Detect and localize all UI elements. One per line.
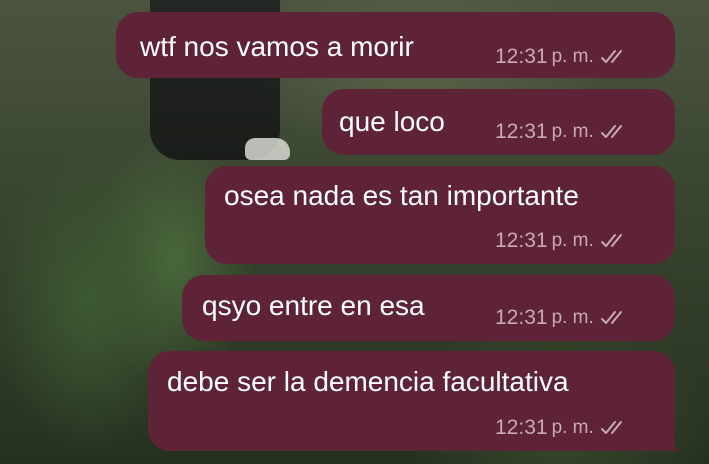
message-meta: 12:31 p. m. — [495, 46, 628, 68]
message-bubble[interactable]: debe ser la demencia facultativa 12:31 p… — [148, 351, 683, 451]
double-check-icon — [600, 311, 622, 324]
message-bubble[interactable]: que loco 12:31 p. m. — [322, 89, 675, 155]
double-check-icon — [600, 234, 622, 247]
message-time: 12:31 — [495, 306, 548, 329]
message-meta: 12:31 p. m. — [495, 307, 628, 329]
message-meta: 12:31 p. m. — [495, 121, 628, 143]
double-check-icon — [600, 50, 622, 63]
message-text: debe ser la demencia facultativa — [167, 366, 569, 397]
bubble-tail-icon — [661, 427, 683, 451]
message-meta: 12:31 p. m. — [495, 417, 628, 439]
double-check-icon — [600, 421, 622, 434]
message-time: 12:31 — [495, 120, 548, 143]
message-ampm: p. m. — [551, 46, 594, 67]
double-check-icon — [600, 125, 622, 138]
message-time: 12:31 — [495, 416, 548, 439]
message-time: 12:31 — [495, 45, 548, 68]
message-text: qsyo entre en esa — [202, 290, 425, 321]
message-ampm: p. m. — [551, 230, 594, 251]
message-bubble[interactable]: qsyo entre en esa 12:31 p. m. — [182, 275, 675, 341]
message-ampm: p. m. — [551, 417, 594, 438]
message-text: osea nada es tan importante — [224, 180, 579, 211]
message-bubble[interactable]: wtf nos vamos a morir 12:31 p. m. — [116, 12, 675, 78]
message-time: 12:31 — [495, 229, 548, 252]
message-text: que loco — [339, 106, 445, 137]
message-ampm: p. m. — [551, 307, 594, 328]
message-meta: 12:31 p. m. — [495, 230, 628, 252]
message-ampm: p. m. — [551, 121, 594, 142]
message-text: wtf nos vamos a morir — [140, 31, 414, 62]
message-bubble[interactable]: osea nada es tan importante 12:31 p. m. — [205, 166, 675, 264]
wallpaper-shoe — [245, 138, 290, 160]
